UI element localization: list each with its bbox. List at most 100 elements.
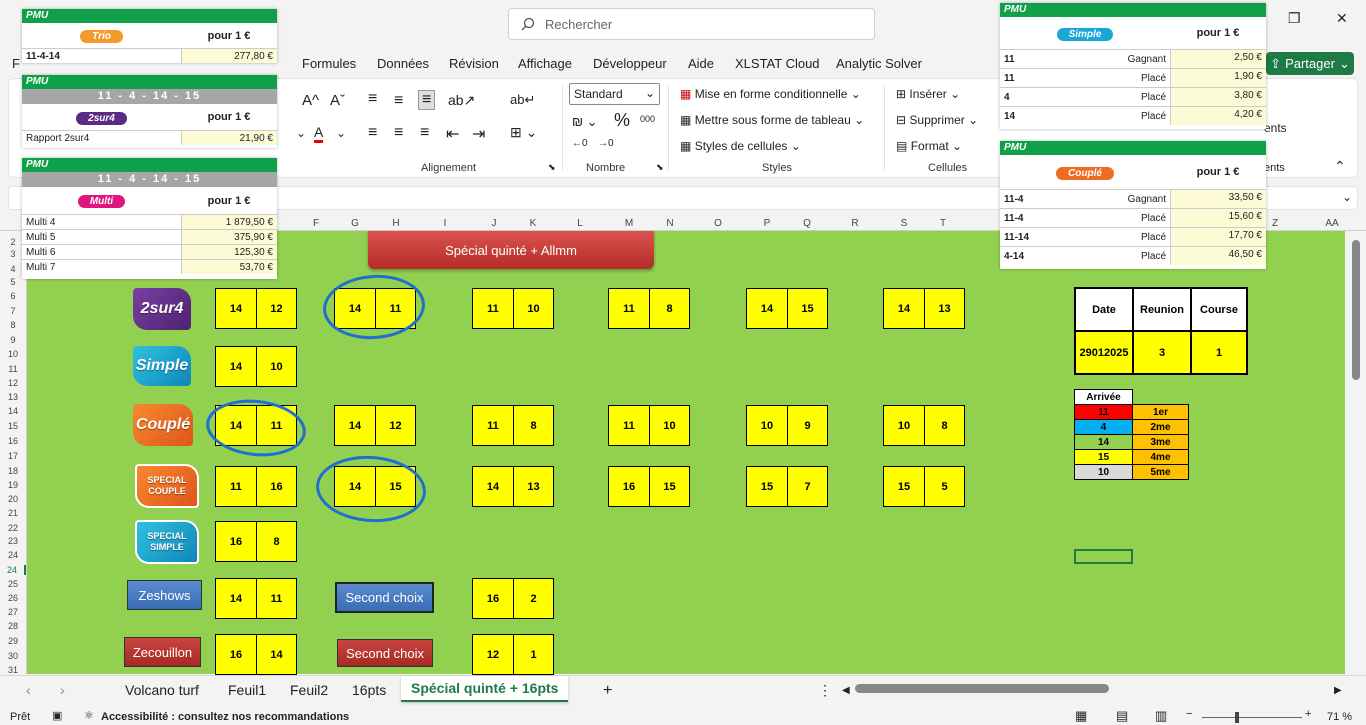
- row-header-selected[interactable]: 24: [0, 565, 26, 575]
- macro-record-icon[interactable]: ▣: [52, 709, 62, 722]
- increase-decimal-icon[interactable]: ←0: [572, 138, 588, 149]
- cell-styles-button[interactable]: ▦ Styles de cellules ⌄: [680, 139, 801, 153]
- cond-format-button[interactable]: ▦ Mise en forme conditionnelle ⌄: [680, 87, 861, 101]
- row-header[interactable]: 19: [0, 480, 26, 490]
- pair-cell[interactable]: 14 15: [746, 288, 828, 329]
- number-format-select[interactable]: Standard ⌄: [569, 83, 660, 105]
- col-header[interactable]: J: [484, 218, 504, 229]
- align-top-icon[interactable]: ≡: [368, 90, 377, 108]
- row-header[interactable]: 18: [0, 466, 26, 476]
- alignment-launcher-icon[interactable]: ⬊: [548, 162, 556, 173]
- zoom-slider-thumb[interactable]: [1235, 712, 1239, 723]
- insert-button[interactable]: ⊞ Insérer ⌄: [896, 87, 960, 101]
- pair-cell[interactable]: 11 10: [608, 405, 690, 446]
- pair-cell[interactable]: 11 8: [608, 288, 690, 329]
- col-header[interactable]: Q: [797, 218, 817, 229]
- vertical-scroll-thumb[interactable]: [1352, 240, 1360, 380]
- font-color-icon[interactable]: A: [314, 124, 324, 143]
- tab-feuil1[interactable]: Feuil1: [228, 682, 266, 698]
- pair-cell[interactable]: 16 2: [472, 578, 554, 619]
- col-header[interactable]: O: [708, 218, 728, 229]
- menu-item-file-cut[interactable]: F: [12, 56, 20, 71]
- zeshows-button[interactable]: Zeshows: [127, 580, 202, 610]
- tab-feuil2[interactable]: Feuil2: [290, 682, 328, 698]
- row-header[interactable]: 28: [0, 621, 26, 631]
- zoom-out-icon[interactable]: −: [1186, 708, 1192, 720]
- orientation-icon[interactable]: ab↗: [448, 92, 475, 109]
- delete-button[interactable]: ⊟ Supprimer ⌄: [896, 113, 978, 127]
- pair-cell[interactable]: 11 10: [472, 288, 554, 329]
- next-sheet-icon[interactable]: ›: [60, 682, 65, 698]
- pair-cell[interactable]: 10 9: [746, 405, 828, 446]
- align-middle-icon[interactable]: ≡: [394, 92, 403, 110]
- collapse-ribbon-icon[interactable]: ⌃: [1334, 158, 1346, 175]
- row-header[interactable]: 25: [0, 579, 26, 589]
- pair-cell[interactable]: 11 16: [215, 466, 297, 507]
- decrease-decimal-icon[interactable]: →0: [598, 138, 614, 149]
- col-header[interactable]: I: [435, 218, 455, 229]
- accessibility-status[interactable]: Accessibilité : consultez nos recommanda…: [101, 711, 349, 723]
- pair-cell[interactable]: 11 8: [472, 405, 554, 446]
- col-header[interactable]: S: [894, 218, 914, 229]
- tab-special-quinte-16pts[interactable]: Spécial quinté + 16pts: [401, 676, 569, 702]
- decrease-font-icon[interactable]: Aˇ: [330, 92, 345, 109]
- align-center-icon[interactable]: ≡: [394, 124, 403, 142]
- row-header[interactable]: 30: [0, 651, 26, 661]
- currency-icon[interactable]: ₪ ⌄: [572, 114, 598, 130]
- col-header[interactable]: P: [757, 218, 777, 229]
- restore-icon[interactable]: ❐: [1288, 10, 1301, 27]
- col-header[interactable]: G: [345, 218, 365, 229]
- format-button[interactable]: ▤ Format ⌄: [896, 139, 962, 153]
- menu-item-formulas[interactable]: Formules: [302, 56, 356, 71]
- col-header[interactable]: N: [660, 218, 680, 229]
- border-chevron-icon[interactable]: ⌄: [296, 126, 306, 140]
- zecouillon-button[interactable]: Zecouillon: [124, 637, 201, 667]
- pair-cell[interactable]: 16 14: [215, 634, 297, 675]
- menu-item-developer[interactable]: Développeur: [593, 56, 667, 71]
- row-header[interactable]: 27: [0, 607, 26, 617]
- col-header[interactable]: Z: [1265, 218, 1285, 229]
- menu-item-help[interactable]: Aide: [688, 56, 714, 71]
- page-layout-icon[interactable]: ▤: [1116, 708, 1128, 724]
- row-header[interactable]: 11: [0, 364, 26, 374]
- pair-cell[interactable]: 14 13: [883, 288, 965, 329]
- row-header[interactable]: 26: [0, 593, 26, 603]
- second-choice-button[interactable]: Second choix: [335, 582, 434, 613]
- row-header[interactable]: 29: [0, 636, 26, 646]
- row-header[interactable]: 10: [0, 349, 26, 359]
- pair-cell[interactable]: 14 10: [215, 346, 297, 387]
- font-color-chevron-icon[interactable]: ⌄: [336, 126, 346, 140]
- page-break-icon[interactable]: ▥: [1155, 708, 1167, 724]
- row-header[interactable]: 22: [0, 523, 26, 533]
- row-header[interactable]: 8: [0, 320, 26, 330]
- thousands-icon[interactable]: 000: [640, 114, 655, 124]
- row-header[interactable]: 14: [0, 406, 26, 416]
- horizontal-scroll-thumb[interactable]: [855, 684, 1109, 693]
- menu-item-xlstat[interactable]: XLSTAT Cloud: [735, 56, 820, 71]
- align-left-icon[interactable]: ≡: [368, 124, 377, 142]
- row-header[interactable]: 17: [0, 451, 26, 461]
- zoom-level[interactable]: 71 %: [1327, 711, 1352, 723]
- increase-indent-icon[interactable]: ⇥: [472, 124, 485, 144]
- col-header[interactable]: M: [619, 218, 639, 229]
- col-header[interactable]: T: [933, 218, 953, 229]
- col-header[interactable]: R: [845, 218, 865, 229]
- accessibility-icon[interactable]: ⚛: [84, 709, 94, 722]
- row-header[interactable]: 31: [0, 665, 26, 675]
- pair-cell[interactable]: 16 8: [215, 521, 297, 562]
- number-launcher-icon[interactable]: ⬊: [656, 162, 664, 173]
- pair-cell[interactable]: 14 12: [334, 405, 416, 446]
- pair-cell[interactable]: 14 13: [472, 466, 554, 507]
- row-header[interactable]: 16: [0, 436, 26, 446]
- pair-cell[interactable]: 12 1: [472, 634, 554, 675]
- pair-cell[interactable]: 14 12: [215, 288, 297, 329]
- pair-cell[interactable]: 10 8: [883, 405, 965, 446]
- tab-16pts[interactable]: 16pts: [352, 682, 386, 698]
- selected-cell[interactable]: [1074, 549, 1133, 564]
- row-header[interactable]: 13: [0, 392, 26, 402]
- pair-cell[interactable]: 15 5: [883, 466, 965, 507]
- menu-item-data[interactable]: Données: [377, 56, 429, 71]
- close-icon[interactable]: ✕: [1336, 10, 1348, 27]
- more-options-icon[interactable]: ⋮: [818, 682, 832, 699]
- pair-cell[interactable]: 15 7: [746, 466, 828, 507]
